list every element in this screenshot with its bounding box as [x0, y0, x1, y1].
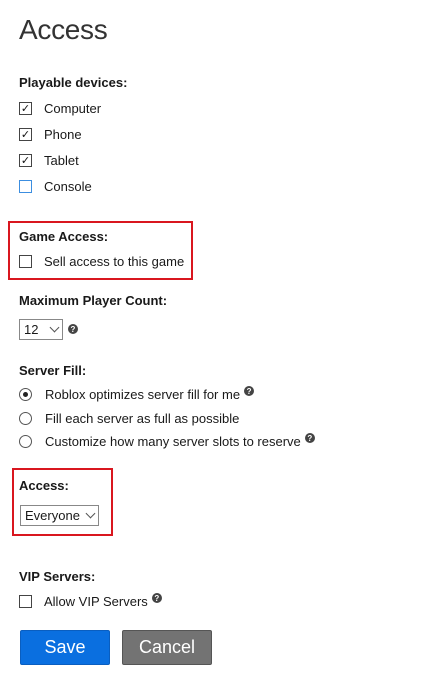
customize-radio[interactable] — [19, 434, 32, 448]
device-tablet[interactable]: ✓ Tablet — [19, 151, 79, 169]
playable-devices-label: Playable devices: — [19, 75, 128, 90]
cancel-button[interactable]: Cancel — [122, 630, 212, 665]
fill-full-radio[interactable] — [19, 411, 32, 425]
server-fill-option-customize[interactable]: Customize how many server slots to reser… — [19, 432, 315, 450]
allow-vip-label: Allow VIP Servers — [44, 593, 148, 609]
game-access-label: Game Access: — [19, 229, 109, 244]
sell-access-label: Sell access to this game — [44, 253, 185, 269]
server-fill-option-full[interactable]: Fill each server as full as possible — [19, 409, 239, 427]
allow-vip-checkbox[interactable] — [19, 594, 32, 608]
page-title: Access — [19, 14, 108, 45]
question-circle-icon[interactable]: ? — [304, 433, 315, 443]
device-computer-label: Computer — [44, 100, 102, 116]
question-circle-icon[interactable]: ? — [68, 324, 78, 334]
max-player-count-value: 12 — [24, 322, 39, 337]
max-player-count-label: Maximum Player Count: — [19, 293, 168, 308]
computer-checkbox[interactable]: ✓ — [19, 101, 32, 115]
vip-servers-label: VIP Servers: — [19, 569, 96, 584]
device-computer[interactable]: ✓ Computer — [19, 99, 101, 117]
server-fill-label: Server Fill: — [19, 363, 87, 378]
radio-selected-dot — [23, 391, 28, 397]
tablet-checkbox[interactable]: ✓ — [19, 153, 32, 167]
check-icon: ✓ — [20, 153, 31, 167]
console-checkbox[interactable] — [19, 179, 32, 193]
access-label: Access: — [19, 478, 69, 493]
question-circle-icon[interactable]: ? — [244, 386, 255, 396]
access-select[interactable]: Everyone — [20, 505, 99, 526]
server-fill-option-label: Fill each server as full as possible — [45, 410, 240, 426]
chevron-down-icon — [49, 322, 60, 333]
check-icon: ✓ — [20, 127, 31, 141]
access-value: Everyone — [25, 508, 80, 523]
optimize-radio[interactable] — [19, 387, 32, 401]
device-console-label: Console — [44, 178, 92, 194]
chevron-down-icon — [85, 508, 96, 519]
save-button[interactable]: Save — [20, 630, 110, 665]
device-phone-label: Phone — [44, 126, 82, 142]
check-icon: ✓ — [20, 101, 31, 115]
server-fill-option-optimize[interactable]: Roblox optimizes server fill for me ? — [19, 385, 255, 403]
allow-vip-option[interactable]: Allow VIP Servers ? — [19, 592, 162, 610]
device-phone[interactable]: ✓ Phone — [19, 125, 82, 143]
phone-checkbox[interactable]: ✓ — [19, 127, 32, 141]
server-fill-option-label: Customize how many server slots to reser… — [45, 433, 301, 449]
max-player-count-select[interactable]: 12 — [19, 319, 63, 340]
sell-access-checkbox[interactable] — [19, 254, 32, 268]
device-console[interactable]: Console — [19, 177, 92, 195]
sell-access-option[interactable]: Sell access to this game — [19, 252, 184, 270]
device-tablet-label: Tablet — [44, 152, 79, 168]
server-fill-option-label: Roblox optimizes server fill for me — [45, 386, 241, 402]
question-circle-icon[interactable]: ? — [151, 593, 162, 603]
